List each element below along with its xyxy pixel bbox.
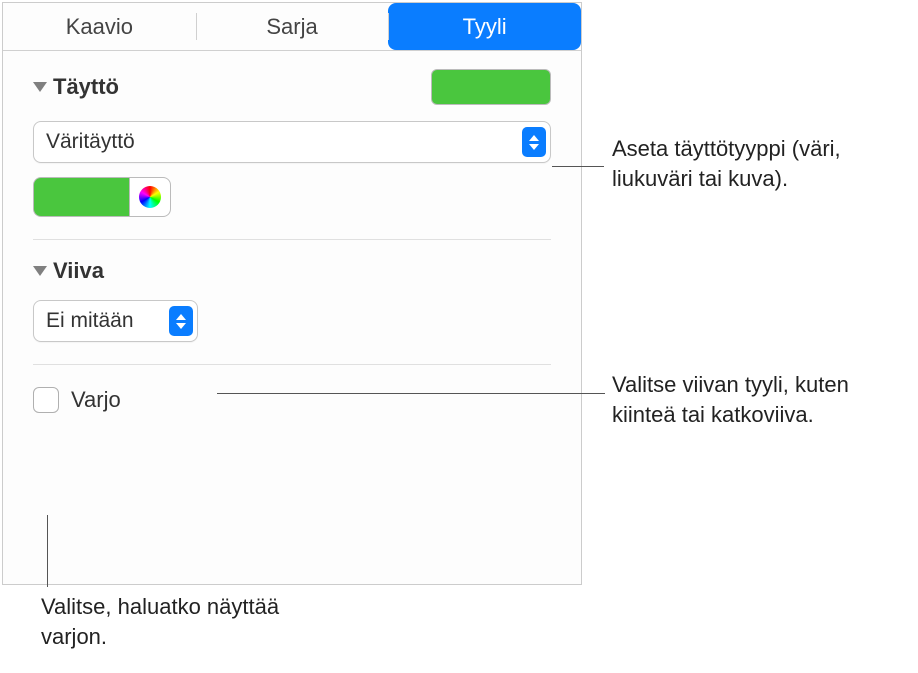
callout-shadow-toggle: Valitse, haluatko näyttää varjon. <box>41 592 341 651</box>
popup-arrows-icon <box>522 127 546 157</box>
stroke-title: Viiva <box>53 258 104 284</box>
callout-stroke-style: Valitse viivan tyyli, kuten kiinteä tai … <box>612 370 902 429</box>
chevron-down-icon <box>33 82 47 92</box>
shadow-checkbox[interactable] <box>33 387 59 413</box>
stroke-section-header: Viiva <box>33 258 551 284</box>
style-inspector-panel: Kaavio Sarja Tyyli Täyttö Väritäyttö <box>2 2 582 585</box>
stroke-style-value: Ei mitään <box>46 309 134 333</box>
tab-chart[interactable]: Kaavio <box>3 3 196 50</box>
fill-section: Täyttö Väritäyttö <box>3 51 581 240</box>
callout-fill-type: Aseta täyttötyyppi (väri, liukuväri tai … <box>612 134 902 193</box>
shadow-row: Varjo <box>3 365 581 413</box>
callout-line <box>47 515 48 587</box>
tab-chart-label: Kaavio <box>66 14 133 40</box>
color-picker-button[interactable] <box>129 177 171 217</box>
chevron-down-icon <box>33 266 47 276</box>
tab-series-label: Sarja <box>266 14 317 40</box>
color-wheel-icon <box>139 186 161 208</box>
stroke-section: Viiva Ei mitään <box>3 240 581 365</box>
tab-style[interactable]: Tyyli <box>388 3 581 50</box>
fill-type-popup[interactable]: Väritäyttö <box>33 121 551 163</box>
tab-series[interactable]: Sarja <box>196 3 389 50</box>
fill-title: Täyttö <box>53 74 119 100</box>
shadow-label: Varjo <box>71 387 121 413</box>
tab-style-label: Tyyli <box>463 14 507 40</box>
stroke-disclosure-row[interactable]: Viiva <box>33 258 104 284</box>
fill-section-header: Täyttö <box>33 69 551 105</box>
callout-line <box>552 166 604 167</box>
popup-arrows-icon <box>169 306 193 336</box>
fill-type-value: Väritäyttö <box>46 130 135 154</box>
inspector-tabbar: Kaavio Sarja Tyyli <box>3 3 581 51</box>
fill-color-swatch[interactable] <box>431 69 551 105</box>
stroke-style-popup[interactable]: Ei mitään <box>33 300 198 342</box>
fill-color-well[interactable] <box>33 177 129 217</box>
fill-color-well-row <box>33 177 551 217</box>
callout-line <box>217 393 605 394</box>
fill-disclosure-row[interactable]: Täyttö <box>33 74 119 100</box>
